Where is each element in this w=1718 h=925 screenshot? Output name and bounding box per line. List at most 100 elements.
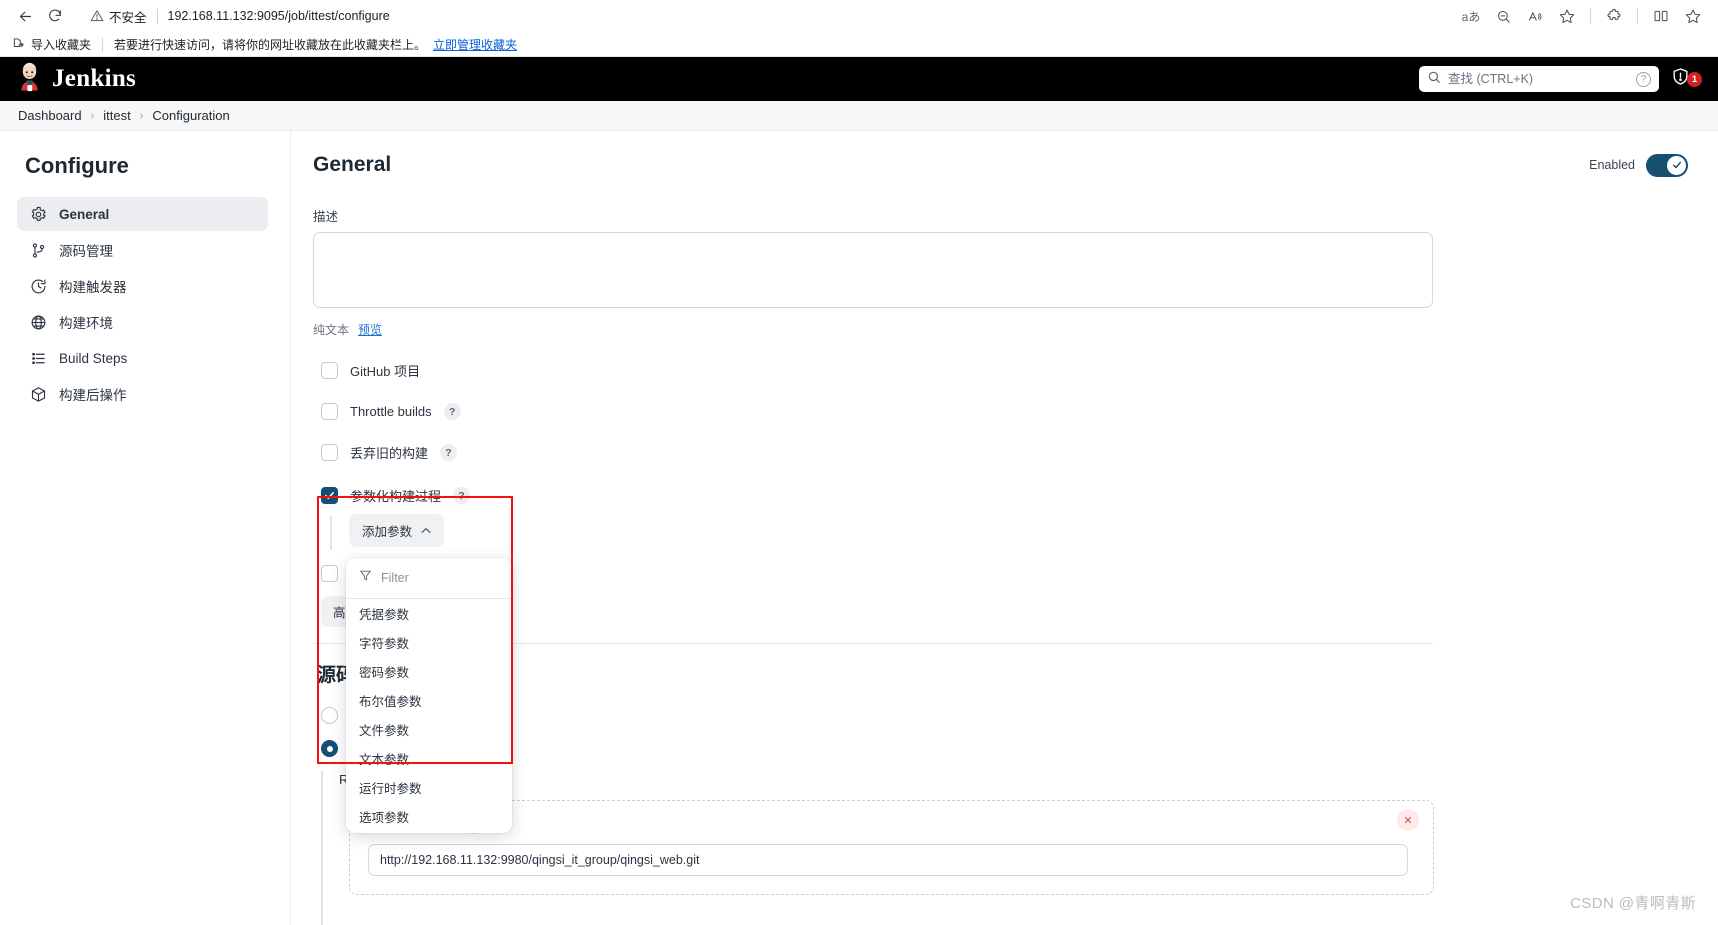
- parameterized-build-block: 参数化构建过程 ? 添加参数 高级 源码: [313, 486, 1688, 833]
- help-icon[interactable]: ?: [443, 403, 461, 420]
- back-arrow-icon[interactable]: [10, 3, 40, 29]
- breadcrumb-item-dashboard[interactable]: Dashboard: [18, 108, 82, 123]
- checkbox-row-discard-old-builds[interactable]: 丢弃旧的构建 ?: [313, 443, 1688, 462]
- sidebar-item-build-steps[interactable]: Build Steps: [17, 341, 268, 375]
- sidebar-item-label: General: [59, 206, 110, 222]
- import-bookmarks-button[interactable]: 导入收藏夹: [12, 36, 91, 53]
- enabled-toggle[interactable]: [1646, 153, 1688, 177]
- breadcrumb-item-configuration[interactable]: Configuration: [152, 108, 229, 123]
- zoom-out-icon[interactable]: [1488, 3, 1518, 29]
- dropdown-filter-row[interactable]: [346, 558, 512, 599]
- dropdown-item-text-parameter[interactable]: 文本参数: [346, 744, 512, 773]
- add-parameter-dropdown-menu[interactable]: 凭据参数 字符参数 密码参数 布尔值参数 文件参数 文本参数 运行时参数 选项参…: [346, 558, 512, 833]
- repositories-header: Repositories ?: [339, 771, 1688, 788]
- import-bookmarks-label: 导入收藏夹: [31, 37, 92, 52]
- breadcrumb-separator: ›: [139, 109, 144, 122]
- watermark: CSDN @青啊青斯: [1570, 895, 1696, 912]
- search-icon: [1427, 70, 1441, 89]
- dropdown-item-file-parameter[interactable]: 文件参数: [346, 715, 512, 744]
- sidebar-item-general[interactable]: General: [17, 197, 268, 231]
- sidebar-item-build-triggers[interactable]: 构建触发器: [17, 269, 268, 303]
- funnel-icon: [359, 569, 372, 587]
- reload-icon[interactable]: [40, 3, 70, 29]
- sidebar-item-label: 构建触发器: [59, 280, 127, 295]
- dropdown-item-password-parameter[interactable]: 密码参数: [346, 657, 512, 686]
- checkbox-label: 丢弃旧的构建: [350, 446, 429, 461]
- favorite-star-icon[interactable]: [1552, 3, 1582, 29]
- repositories-section: Repositories ? ✕ Repository URL ?: [313, 771, 1688, 925]
- jenkins-brand-text: Jenkins: [52, 65, 137, 92]
- scm-radio-row-git[interactable]: [313, 740, 1688, 757]
- collections-icon[interactable]: [1678, 3, 1708, 29]
- security-alert-button[interactable]: 1: [1671, 66, 1702, 92]
- toolbar-divider-1: [1590, 8, 1591, 24]
- import-bookmarks-icon: [12, 36, 26, 53]
- breadcrumb-item-ittest[interactable]: ittest: [103, 108, 130, 123]
- add-parameter-row: 添加参数: [313, 514, 1688, 550]
- scm-radio-none[interactable]: [321, 707, 338, 724]
- add-parameter-label: 添加参数: [362, 525, 413, 539]
- advanced-row: 高级: [313, 596, 1688, 627]
- checkbox-row-hidden-behind-dropdown[interactable]: [313, 565, 1688, 582]
- checkbox-row-throttle-builds[interactable]: Throttle builds ?: [313, 403, 1688, 420]
- dropdown-item-credential-parameter[interactable]: 凭据参数: [346, 599, 512, 628]
- repositories-indent-guide: [321, 771, 323, 925]
- bookmarks-hint: 若要进行快速访问，请将你的网址收藏放在此收藏夹栏上。: [114, 37, 427, 52]
- dropdown-item-run-parameter[interactable]: 运行时参数: [346, 773, 512, 802]
- url-text[interactable]: 192.168.11.132:9095/job/ittest/configure: [168, 9, 390, 23]
- throttle-builds-checkbox[interactable]: [321, 403, 338, 420]
- omnibox-divider: [156, 8, 158, 24]
- dropdown-item-choice-parameter[interactable]: 选项参数: [346, 802, 512, 831]
- repository-url-input[interactable]: [368, 844, 1408, 876]
- sidebar: Configure General 源码管理 构建触发器 构建环境 Build …: [0, 131, 291, 925]
- jenkins-home-link[interactable]: Jenkins: [16, 62, 136, 97]
- delete-repository-button[interactable]: ✕: [1397, 809, 1419, 831]
- sidebar-item-build-environment[interactable]: 构建环境: [17, 305, 268, 339]
- jenkins-search-box[interactable]: ?: [1419, 66, 1659, 92]
- main-header: General Enabled: [313, 153, 1688, 177]
- scm-radio-row-none[interactable]: [313, 707, 1688, 724]
- sidebar-item-scm[interactable]: 源码管理: [17, 233, 268, 267]
- scm-radio-git[interactable]: [321, 740, 338, 757]
- scm-section-title: 源码管理: [313, 660, 1688, 687]
- description-textarea[interactable]: [313, 232, 1433, 308]
- description-label: 描述: [313, 210, 339, 224]
- sidebar-item-label: 构建后操作: [59, 388, 127, 403]
- read-aloud-icon[interactable]: [1520, 3, 1550, 29]
- toggle-knob-check-icon: [1667, 155, 1686, 175]
- sidebar-item-post-build-actions[interactable]: 构建后操作: [17, 377, 268, 411]
- translate-icon[interactable]: aあ: [1456, 3, 1486, 29]
- parameterized-build-checkbox[interactable]: [321, 487, 338, 504]
- extensions-puzzle-icon[interactable]: [1599, 3, 1629, 29]
- split-screen-icon[interactable]: [1646, 3, 1676, 29]
- manage-bookmarks-link[interactable]: 立即管理收藏夹: [433, 36, 517, 53]
- sidebar-item-label: 构建环境: [59, 316, 113, 331]
- search-input[interactable]: [1448, 72, 1629, 86]
- enabled-label: Enabled: [1589, 158, 1635, 172]
- sidebar-item-label: Build Steps: [59, 350, 128, 366]
- help-icon[interactable]: ?: [440, 444, 458, 461]
- jenkins-header-actions: ? 1: [1419, 66, 1702, 92]
- chevron-up-icon: [421, 526, 431, 536]
- branch-icon: [29, 241, 47, 259]
- help-icon[interactable]: ?: [453, 487, 471, 504]
- dropdown-item-boolean-parameter[interactable]: 布尔值参数: [346, 686, 512, 715]
- checkbox-row-parameterized-build[interactable]: 参数化构建过程 ?: [313, 486, 1688, 505]
- bookmarks-bar: 导入收藏夹 若要进行快速访问，请将你的网址收藏放在此收藏夹栏上。 立即管理收藏夹: [0, 32, 1718, 57]
- search-help-icon[interactable]: ?: [1636, 71, 1651, 87]
- address-bar[interactable]: 不安全 192.168.11.132:9095/job/ittest/confi…: [78, 3, 1456, 29]
- checkbox-row-github-project[interactable]: GitHub 项目: [313, 361, 1688, 380]
- enabled-control: Enabled: [1589, 153, 1688, 177]
- dropdown-filter-input[interactable]: [381, 571, 512, 585]
- breadcrumb-separator: ›: [90, 109, 95, 122]
- indent-guide-line: [330, 516, 332, 550]
- github-project-checkbox[interactable]: [321, 362, 338, 379]
- checkbox-label: Throttle builds: [350, 404, 432, 419]
- dropdown-item-string-parameter[interactable]: 字符参数: [346, 628, 512, 657]
- gear-icon: [29, 205, 47, 223]
- preview-link[interactable]: 预览: [358, 321, 382, 338]
- add-parameter-button[interactable]: 添加参数: [349, 514, 445, 547]
- list-icon: [29, 349, 47, 367]
- discard-old-builds-checkbox[interactable]: [321, 444, 338, 461]
- hidden-checkbox[interactable]: [321, 565, 338, 582]
